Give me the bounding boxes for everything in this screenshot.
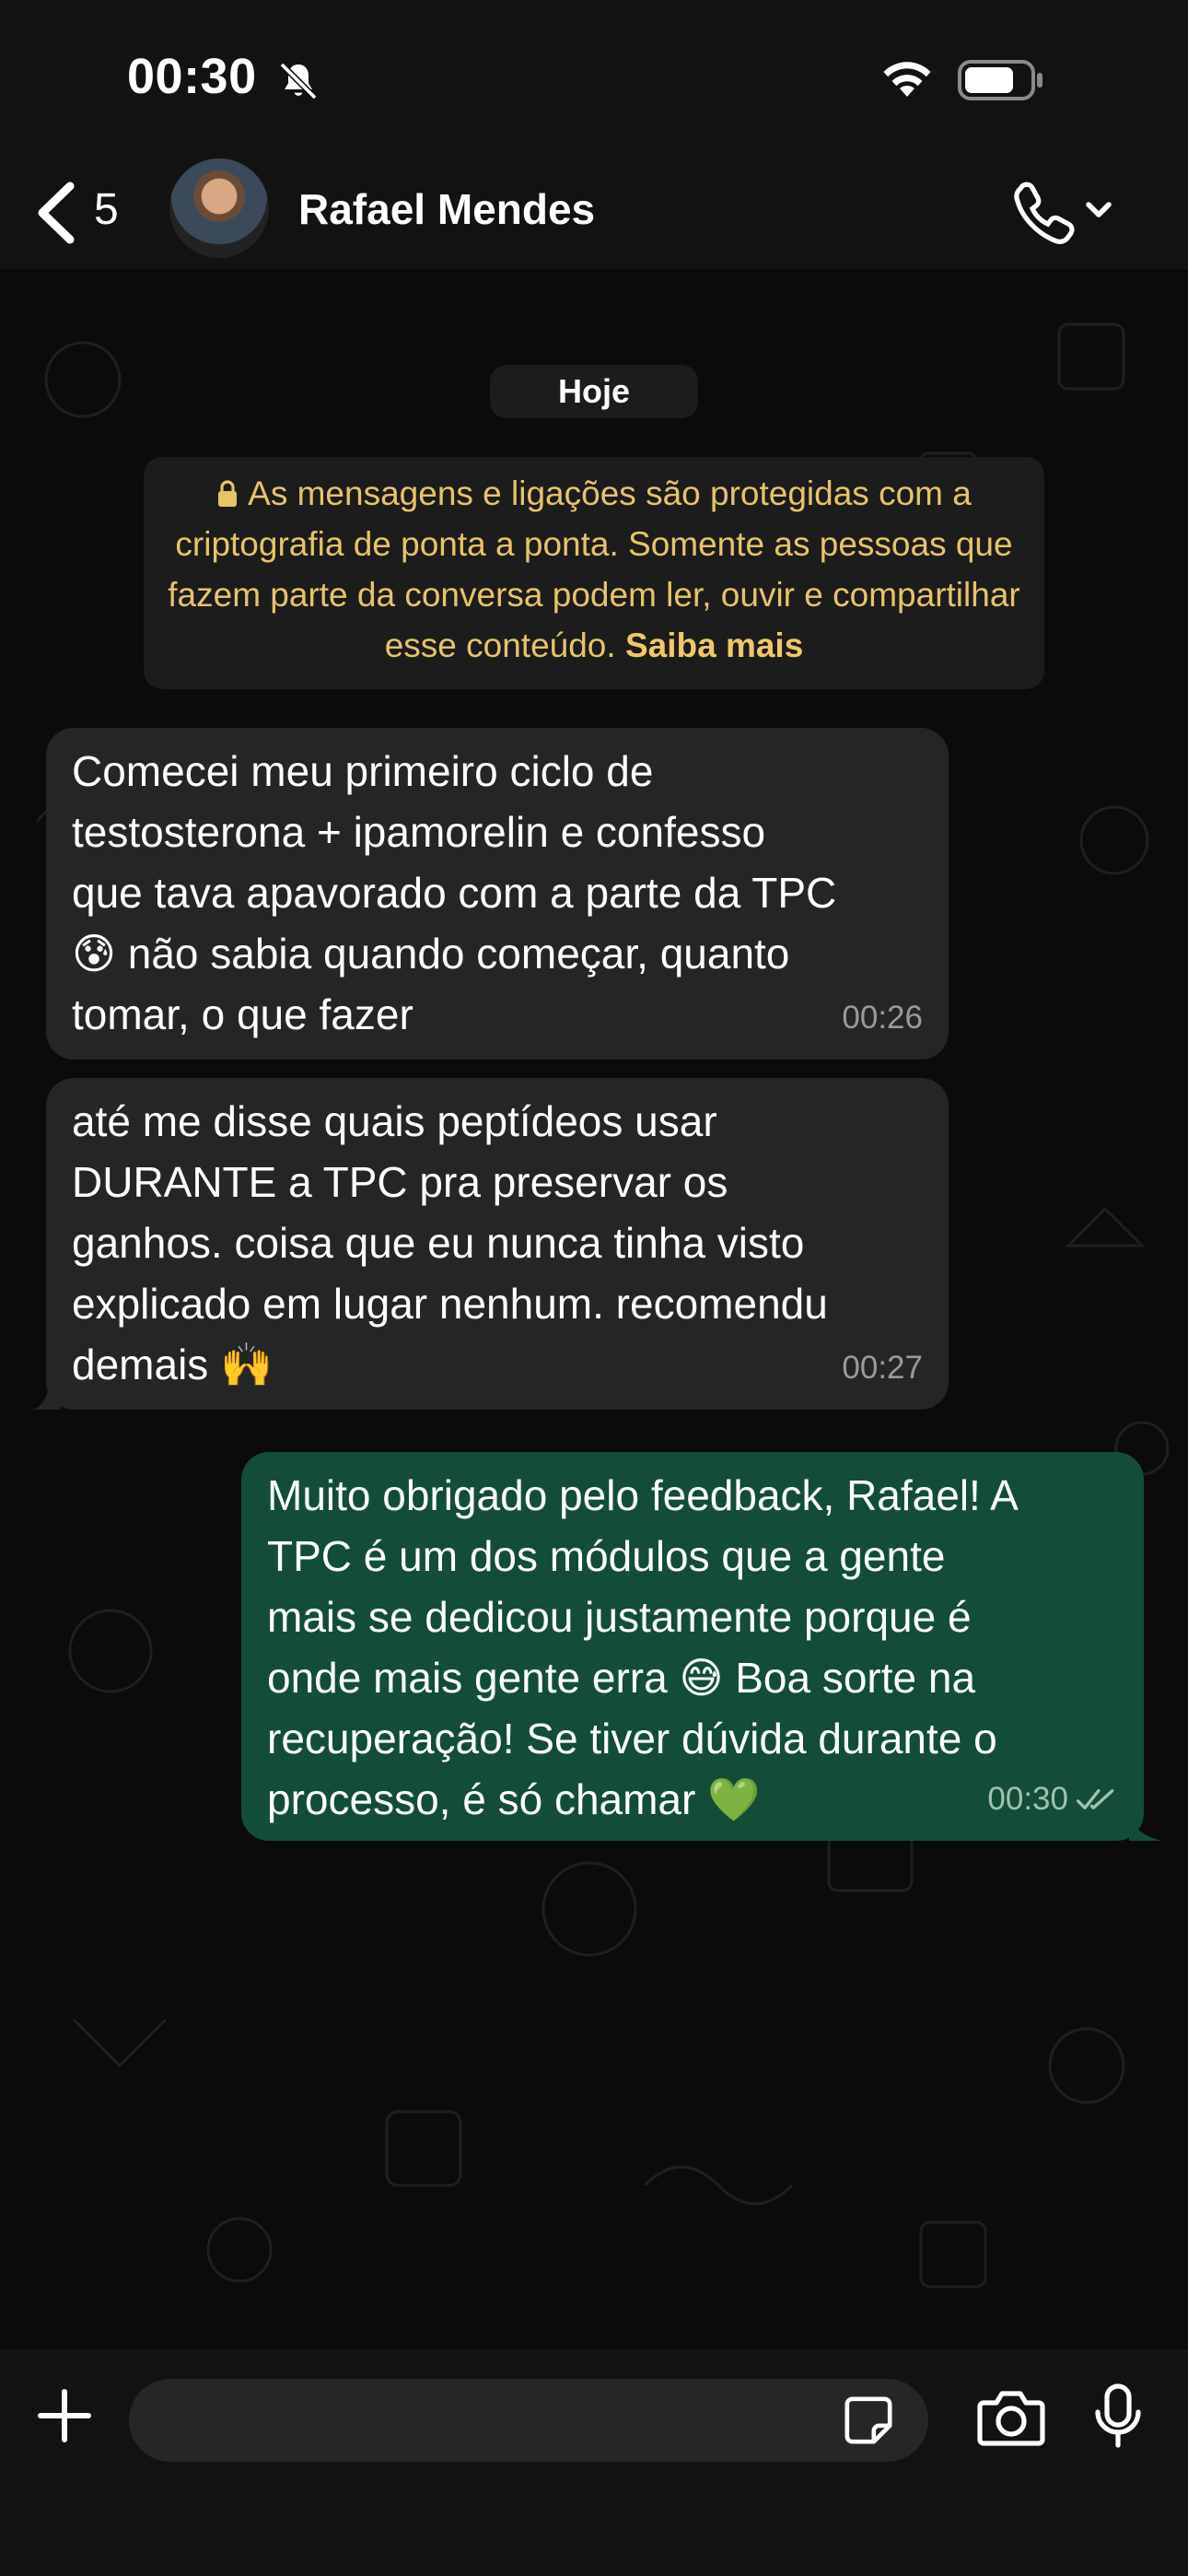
- status-time: 00:30: [127, 49, 257, 104]
- bubble-tail: [1129, 1809, 1162, 1841]
- chevron-left-icon[interactable]: [33, 181, 79, 245]
- plus-icon[interactable]: [37, 2388, 92, 2443]
- sticker-icon[interactable]: [842, 2394, 895, 2447]
- chat-header: 5 Rafael Mendes: [0, 157, 1188, 269]
- message-bubble-incoming[interactable]: até me disse quais peptídeos usar DURANT…: [33, 1078, 949, 1410]
- chevron-down-icon: [1086, 202, 1112, 217]
- camera-icon[interactable]: [976, 2388, 1046, 2447]
- learn-more-link[interactable]: Saiba mais: [625, 626, 803, 664]
- contact-name[interactable]: Rafael Mendes: [298, 184, 595, 234]
- encryption-text: As mensagens e ligações são protegidas c…: [168, 474, 1020, 664]
- message-bubble-incoming[interactable]: Comecei meu primeiro ciclo de testostero…: [46, 728, 949, 1060]
- encryption-notice[interactable]: As mensagens e ligações são protegidas c…: [144, 457, 1044, 689]
- chat-screen: 00:30 5 Rafael Mendes Hoje As mensagens …: [0, 0, 1188, 2576]
- status-bar: 00:30: [0, 0, 1188, 157]
- message-list[interactable]: Hoje As mensagens e ligações são protegi…: [0, 269, 1188, 2349]
- message-time: 00:26: [842, 1000, 923, 1036]
- double-check-icon: [1076, 1789, 1114, 1809]
- message-time: 00:27: [842, 1350, 923, 1386]
- bell-off-icon: [279, 62, 318, 100]
- message-text: até me disse quais peptídeos usar DURANT…: [72, 1097, 828, 1388]
- avatar[interactable]: [169, 158, 269, 258]
- message-text: Comecei meu primeiro ciclo de testostero…: [72, 747, 837, 1038]
- phone-icon[interactable]: [1011, 181, 1112, 245]
- message-input[interactable]: [129, 2379, 928, 2462]
- battery-icon: [958, 60, 1042, 100]
- composer-bar: [0, 2349, 1188, 2576]
- mic-icon[interactable]: [1094, 2383, 1142, 2449]
- message-meta: 00:30: [987, 1769, 1118, 1830]
- message-time: 00:30: [987, 1781, 1068, 1817]
- wifi-icon: [883, 62, 931, 97]
- date-separator: Hoje: [490, 365, 698, 418]
- unread-count[interactable]: 5: [94, 184, 119, 235]
- lock-icon: [218, 480, 238, 507]
- message-bubble-outgoing[interactable]: Muito obrigado pelo feedback, Rafael! A …: [241, 1452, 1162, 1841]
- bubble-tail: [33, 1382, 61, 1410]
